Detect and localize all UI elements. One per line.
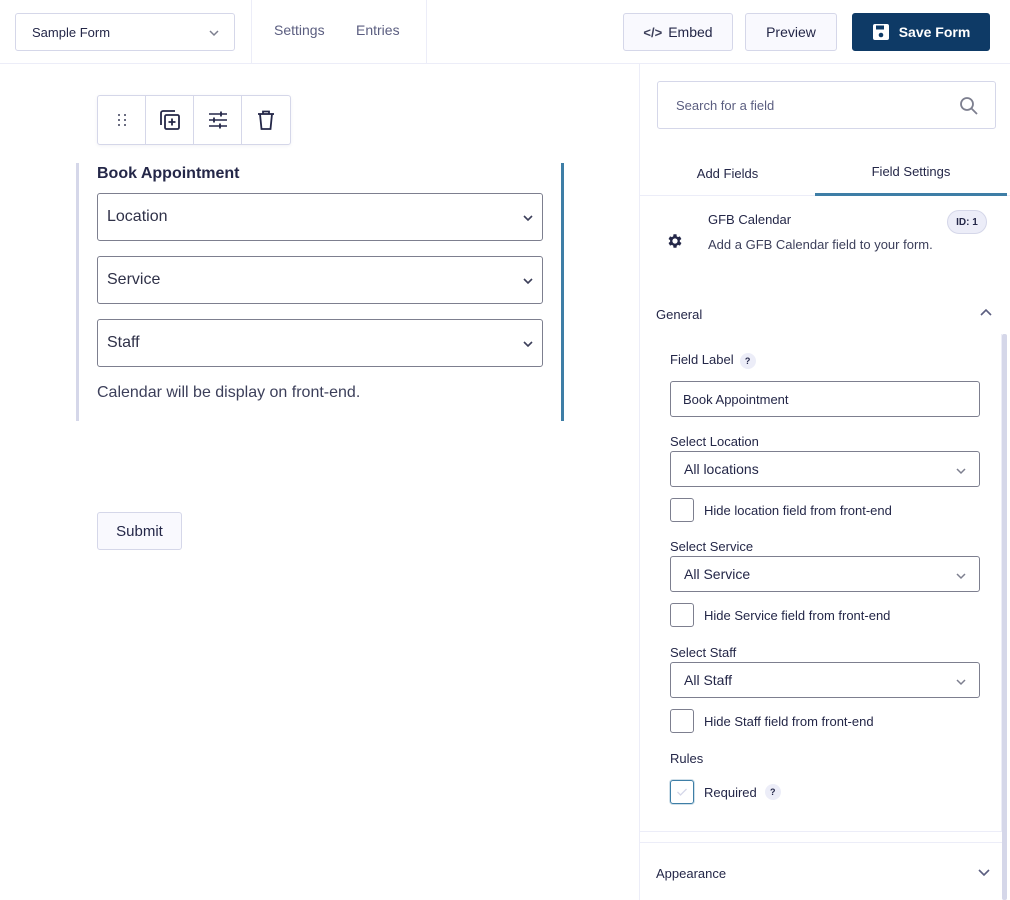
location-select[interactable]: Location <box>97 193 543 241</box>
divider <box>426 0 427 64</box>
field-type-name: GFB Calendar <box>708 212 792 227</box>
help-icon[interactable]: ? <box>764 784 781 800</box>
save-form-label: Save Form <box>898 24 971 40</box>
delete-button[interactable] <box>242 96 290 144</box>
divider <box>251 0 252 64</box>
general-section-title: General <box>656 306 703 322</box>
search-icon <box>960 97 978 115</box>
hide-location-checkbox-row[interactable]: Hide location field from front-end <box>670 498 892 522</box>
trash-icon <box>257 110 274 130</box>
required-checkbox[interactable] <box>670 780 694 804</box>
panel-tabs: Add Fields Field Settings <box>640 150 1010 196</box>
select-staff-dropdown[interactable]: All Staff <box>670 662 980 698</box>
service-select-value: Service <box>107 271 161 288</box>
hide-service-label: Hide Service field from front-end <box>704 607 891 623</box>
hide-staff-checkbox-row[interactable]: Hide Staff field from front-end <box>670 709 874 733</box>
staff-select[interactable]: Staff <box>97 319 543 367</box>
hide-location-label: Hide location field from front-end <box>704 502 892 518</box>
tab-field-settings[interactable]: Field Settings <box>815 150 1007 196</box>
form-selector[interactable]: Sample Form <box>15 13 235 51</box>
calendar-field-block[interactable]: Book Appointment Location Service Staff … <box>76 163 564 421</box>
chevron-down-icon <box>523 215 533 222</box>
chevron-down-icon <box>956 573 966 580</box>
select-service-label: Select Service <box>670 539 754 554</box>
chevron-down-icon <box>978 869 990 877</box>
submit-label: Submit <box>116 522 163 540</box>
duplicate-icon <box>159 110 180 130</box>
drag-dots-icon <box>117 114 126 126</box>
hide-location-checkbox[interactable] <box>670 498 694 522</box>
nav-settings[interactable]: Settings <box>274 22 325 38</box>
appearance-section-title: Appearance <box>656 865 727 881</box>
field-settings-button[interactable] <box>194 96 242 144</box>
sliders-icon <box>208 111 227 129</box>
field-left-border <box>76 163 79 421</box>
code-icon: </> <box>643 24 663 40</box>
chevron-down-icon <box>956 468 966 475</box>
hide-service-checkbox[interactable] <box>670 603 694 627</box>
hide-staff-label: Hide Staff field from front-end <box>704 713 874 729</box>
settings-panel: Search for a field Add Fields Field Sett… <box>639 64 1010 900</box>
select-staff-value: All Staff <box>684 672 732 688</box>
panel-scrollbar[interactable] <box>1002 334 1007 900</box>
duplicate-button[interactable] <box>146 96 194 144</box>
field-toolbar <box>97 95 291 145</box>
embed-label: Embed <box>668 24 713 40</box>
required-checkbox-row[interactable]: Required ? <box>670 780 781 804</box>
appearance-section-toggle[interactable]: Appearance <box>640 853 1010 893</box>
drag-handle-button[interactable] <box>98 96 146 144</box>
help-icon[interactable]: ? <box>739 352 756 369</box>
search-placeholder: Search for a field <box>676 97 775 113</box>
select-staff-label: Select Staff <box>670 645 737 660</box>
field-id-badge: ID: 1 <box>947 210 987 234</box>
chevron-up-icon <box>980 308 992 316</box>
field-label-value: Book Appointment <box>683 391 789 407</box>
chevron-down-icon <box>209 30 219 37</box>
field-description: Calendar will be display on front-end. <box>97 384 361 401</box>
hide-service-checkbox-row[interactable]: Hide Service field from front-end <box>670 603 890 627</box>
form-selector-value: Sample Form <box>32 24 111 40</box>
top-bar: Sample Form Settings Entries </> Embed P… <box>0 0 1010 64</box>
chevron-down-icon <box>523 278 533 285</box>
required-label: Required <box>704 784 757 800</box>
field-label-label: Field Label? <box>670 352 756 369</box>
general-section-toggle[interactable]: General <box>640 294 1010 334</box>
rules-label: Rules <box>670 751 704 766</box>
tab-add-fields-label: Add Fields <box>696 165 759 181</box>
embed-button[interactable]: </> Embed <box>623 13 733 51</box>
chevron-down-icon <box>956 679 966 686</box>
select-location-dropdown[interactable]: All locations <box>670 451 980 487</box>
save-form-button[interactable]: Save Form <box>852 13 990 51</box>
field-label-input[interactable]: Book Appointment <box>670 381 980 417</box>
floppy-disk-icon <box>872 24 889 40</box>
tab-field-settings-label: Field Settings <box>871 164 951 179</box>
location-select-value: Location <box>107 208 168 225</box>
nav-entries[interactable]: Entries <box>356 22 400 38</box>
service-select[interactable]: Service <box>97 256 543 304</box>
field-label-text: Field Label <box>670 352 734 367</box>
check-icon <box>677 788 687 796</box>
tab-add-fields[interactable]: Add Fields <box>640 150 815 196</box>
gear-icon <box>668 234 682 248</box>
staff-select-value: Staff <box>107 334 140 351</box>
submit-button[interactable]: Submit <box>97 512 182 550</box>
preview-label: Preview <box>766 24 816 40</box>
field-search-input[interactable]: Search for a field <box>657 81 996 129</box>
select-location-label: Select Location <box>670 434 759 449</box>
hide-staff-checkbox[interactable] <box>670 709 694 733</box>
select-service-value: All Service <box>684 566 751 582</box>
preview-button[interactable]: Preview <box>745 13 837 51</box>
chevron-down-icon <box>523 341 533 348</box>
field-selected-indicator <box>561 163 564 421</box>
section-divider <box>640 842 1002 843</box>
select-service-dropdown[interactable]: All Service <box>670 556 980 592</box>
field-title: Book Appointment <box>97 165 240 182</box>
field-type-description: Add a GFB Calendar field to your form. <box>708 237 933 252</box>
select-location-value: All locations <box>684 461 759 477</box>
